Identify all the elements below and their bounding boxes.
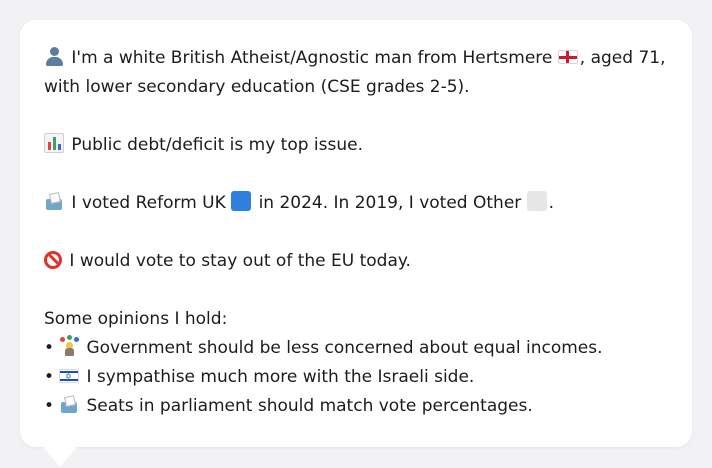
list-item: • I sympathise much more with the Israel…	[44, 362, 668, 392]
eu-paragraph: I would vote to stay out of the EU today…	[44, 247, 668, 276]
opinion-text: Seats in parliament should match vote pe…	[86, 396, 533, 416]
vote-paragraph: I voted Reform UK in 2024. In 2019, I vo…	[44, 189, 668, 218]
intro-age: , aged 71,	[579, 48, 666, 68]
prohibited-icon	[44, 251, 62, 269]
intro-line-1: I'm a white British Atheist/Agnostic man…	[71, 48, 553, 68]
person-silhouette-icon	[44, 46, 64, 66]
list-item: • Government should be less concerned ab…	[44, 334, 668, 363]
bullet: •	[44, 396, 55, 416]
top-issue-text: Public debt/deficit is my top issue.	[71, 135, 363, 155]
england-flag-icon	[557, 50, 578, 64]
vote-text-2: in 2024. In 2019, I voted Other	[258, 193, 522, 213]
ballot-box-icon	[59, 394, 79, 414]
intro-line-2: with lower secondary education (CSE grad…	[44, 77, 470, 97]
bullet: •	[44, 367, 55, 387]
top-issue-paragraph: Public debt/deficit is my top issue.	[44, 131, 668, 160]
list-item: • Seats in parliament should match vote …	[44, 392, 668, 421]
blue-square-icon	[231, 191, 252, 211]
vote-text-3: .	[548, 193, 555, 213]
bullet: •	[44, 338, 55, 358]
speech-bubble-tail	[42, 446, 78, 467]
opinion-list: • Government should be less concerned ab…	[44, 334, 668, 421]
opinion-text: Government should be less concerned abou…	[86, 338, 603, 358]
bar-chart-icon	[44, 133, 64, 153]
vote-text-1: I voted Reform UK	[71, 193, 226, 213]
ballot-box-icon	[44, 191, 64, 211]
israel-flag-icon	[59, 362, 80, 391]
juggling-person-icon	[59, 335, 80, 356]
eu-text: I would vote to stay out of the EU today…	[69, 251, 411, 271]
opinion-text: I sympathise much more with the Israeli …	[86, 367, 475, 387]
persona-card: I'm a white British Atheist/Agnostic man…	[20, 20, 692, 447]
white-square-icon	[526, 191, 547, 211]
intro-paragraph: I'm a white British Atheist/Agnostic man…	[44, 44, 668, 102]
opinions-heading: Some opinions I hold:	[44, 309, 228, 329]
